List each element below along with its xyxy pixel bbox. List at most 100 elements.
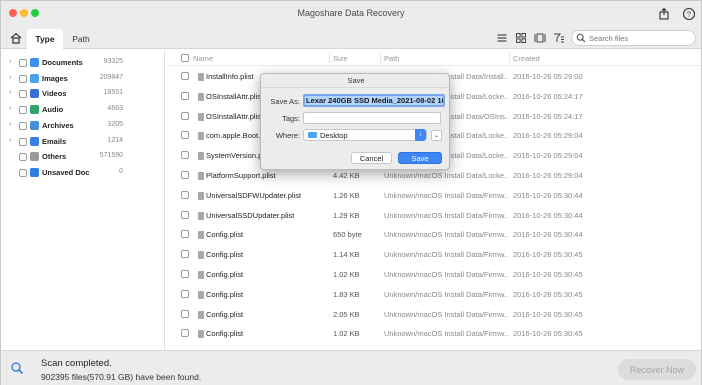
where-select[interactable]: Desktop ↕: [303, 129, 427, 141]
chevron-right-icon[interactable]: ›: [9, 121, 11, 128]
file-icon: [198, 310, 204, 319]
sidebar-item-emails[interactable]: › Emails 1214: [1, 135, 165, 149]
file-icon: [198, 231, 204, 240]
table-row[interactable]: Config.plist 1.02 KB Unknown/macOS Insta…: [166, 264, 701, 284]
category-checkbox[interactable]: [19, 106, 27, 115]
list-view-icon[interactable]: [495, 31, 509, 45]
save-button[interactable]: Save: [398, 152, 442, 164]
preview-view-icon[interactable]: [533, 31, 547, 45]
category-checkbox[interactable]: [19, 59, 27, 67]
file-path: Unknown/macOS Install Data/Firmw...: [384, 190, 508, 200]
dialog-title: Save: [261, 74, 449, 88]
window-title: Magoshare Data Recovery: [297, 8, 405, 18]
row-checkbox[interactable]: [181, 250, 189, 259]
row-checkbox[interactable]: [181, 190, 189, 199]
table-row[interactable]: UniversalSDFWUpdater.plist 1.26 KB Unkno…: [166, 185, 701, 205]
file-icon: [198, 290, 204, 299]
chevron-right-icon[interactable]: ›: [9, 58, 11, 65]
sidebar-item-others[interactable]: Others 571590: [1, 150, 165, 164]
recover-now-button[interactable]: Recover Now: [618, 359, 696, 380]
sidebar-item-audio[interactable]: › Audio 4663: [1, 103, 165, 117]
column-divider[interactable]: [509, 53, 510, 63]
select-all-checkbox[interactable]: [181, 54, 189, 62]
category-checkbox[interactable]: [19, 137, 27, 146]
tags-field[interactable]: [303, 112, 441, 124]
tags-label: Tags:: [282, 114, 300, 123]
column-header-name[interactable]: Name: [193, 54, 213, 63]
grid-view-icon[interactable]: [514, 31, 528, 45]
file-icon: [198, 271, 204, 279]
file-created: 2016-10-26 05:30:45: [513, 329, 583, 339]
file-created: 2016-10-26 05:30:44: [513, 190, 583, 200]
file-created: 2016-10-26 05:29:04: [513, 131, 583, 141]
expand-chevron-icon[interactable]: ⌄: [431, 130, 442, 141]
row-checkbox[interactable]: [181, 72, 189, 80]
category-checkbox[interactable]: [19, 153, 27, 162]
file-size: 1.02 KB: [333, 270, 360, 279]
audio-icon: [30, 105, 39, 115]
files-found-text: 902395 files(570.91 GB) have been found.: [41, 372, 202, 382]
table-row[interactable]: Config.plist 1.83 KB Unknown/macOS Insta…: [166, 284, 701, 304]
export-icon[interactable]: [657, 7, 671, 21]
row-checkbox[interactable]: [181, 91, 189, 100]
row-checkbox[interactable]: [181, 289, 189, 298]
tab-type[interactable]: Type: [27, 29, 63, 49]
row-checkbox[interactable]: [181, 151, 189, 160]
category-label: Videos: [42, 89, 67, 99]
category-count: 18551: [103, 89, 123, 97]
row-checkbox[interactable]: [181, 309, 189, 318]
file-name: Config.plist: [206, 270, 244, 279]
column-divider[interactable]: [329, 53, 330, 63]
column-header-size[interactable]: Size: [333, 54, 348, 63]
svg-text:?: ?: [687, 10, 691, 19]
where-value: Desktop: [320, 131, 348, 140]
where-label: Where:: [275, 131, 300, 140]
file-created: 2016-10-26 05:29:04: [513, 151, 583, 161]
table-row[interactable]: Config.plist 1.14 KB Unknown/macOS Insta…: [166, 244, 701, 264]
table-row[interactable]: UniversalSSDUpdater.plist 1.29 KB Unknow…: [166, 205, 701, 225]
sidebar-item-videos[interactable]: › Videos 18551: [1, 87, 165, 101]
chevron-right-icon[interactable]: ›: [9, 137, 11, 144]
category-checkbox[interactable]: [19, 90, 27, 99]
sidebar-item-archives[interactable]: › Archives 3205: [1, 119, 165, 133]
category-checkbox[interactable]: [19, 168, 27, 177]
file-name: Config.plist: [206, 289, 244, 299]
help-icon[interactable]: ?: [682, 7, 696, 21]
title-bar: Magoshare Data Recovery ?: [1, 1, 701, 27]
search-input[interactable]: [589, 32, 689, 45]
row-checkbox[interactable]: [181, 230, 189, 239]
save-as-field[interactable]: Lexar 240GB SSD Media_2021-08-02 16: [303, 94, 445, 107]
filter-icon[interactable]: [552, 31, 566, 45]
table-row[interactable]: Config.plist 2.05 KB Unknown/macOS Insta…: [166, 304, 701, 324]
chevron-right-icon[interactable]: ›: [9, 89, 11, 96]
sidebar-item-unsaved-doc[interactable]: Unsaved Doc 0: [1, 166, 165, 180]
table-row[interactable]: Config.plist 650 byte Unknown/macOS Inst…: [166, 224, 701, 244]
select-arrows-icon: ↕: [415, 129, 426, 141]
sidebar-item-documents[interactable]: › Documents 93325: [1, 56, 165, 70]
file-path: Unknown/macOS Install Data/Locke...: [384, 171, 508, 180]
row-checkbox[interactable]: [181, 131, 189, 140]
cancel-button[interactable]: Cancel: [351, 152, 392, 164]
table-row[interactable]: Config.plist 1.02 KB Unknown/macOS Insta…: [166, 323, 701, 343]
home-icon[interactable]: [9, 31, 23, 45]
row-checkbox[interactable]: [181, 171, 189, 179]
row-checkbox[interactable]: [181, 210, 189, 219]
sidebar-item-images[interactable]: › Images 209847: [1, 72, 165, 86]
category-checkbox[interactable]: [19, 121, 27, 130]
file-path: Unknown/macOS Install Data/Firmw...: [384, 309, 508, 319]
row-checkbox[interactable]: [181, 111, 189, 120]
category-label: Images: [42, 73, 68, 83]
column-divider[interactable]: [380, 53, 381, 63]
row-checkbox[interactable]: [181, 329, 189, 338]
row-checkbox[interactable]: [181, 270, 189, 278]
category-label: Emails: [42, 136, 67, 146]
column-header-path[interactable]: Path: [384, 54, 399, 63]
chevron-right-icon[interactable]: ›: [9, 105, 11, 112]
tab-path[interactable]: Path: [65, 29, 97, 49]
search-box[interactable]: [571, 30, 696, 46]
category-checkbox[interactable]: [19, 74, 27, 83]
file-path: Unknown/macOS Install Data/Firmw...: [384, 250, 508, 260]
category-count: 209847: [99, 73, 123, 81]
column-header-created[interactable]: Created: [513, 54, 540, 63]
chevron-right-icon[interactable]: ›: [9, 74, 11, 81]
